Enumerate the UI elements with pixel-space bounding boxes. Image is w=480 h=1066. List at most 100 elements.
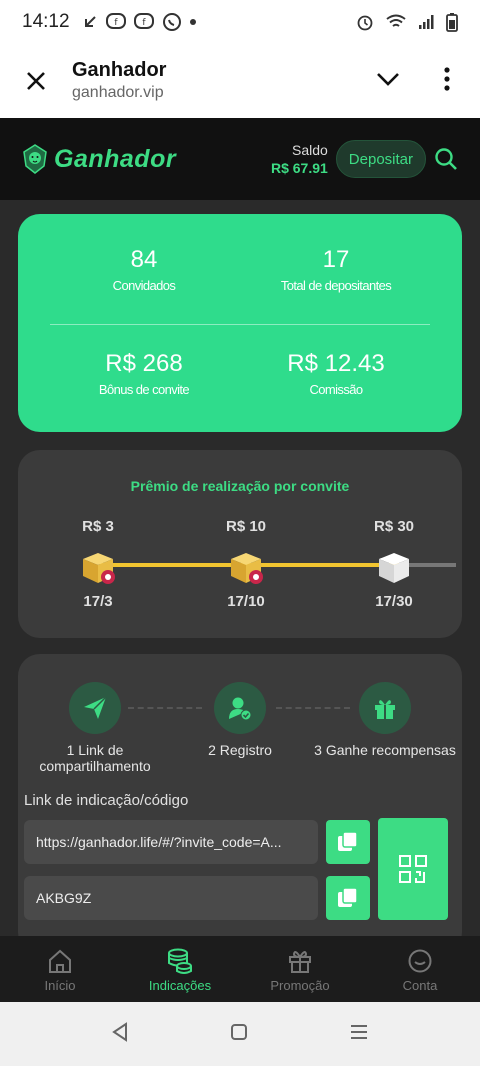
gift-icon bbox=[289, 950, 311, 973]
facebook-message-icon-2: f bbox=[133, 13, 154, 29]
copy-code-button[interactable] bbox=[326, 876, 370, 920]
balance-value: R$ 67.91 bbox=[270, 160, 328, 176]
prize-amount: R$ 3 bbox=[82, 518, 114, 535]
referral-code-field[interactable]: AKBG9Z bbox=[24, 876, 318, 920]
home-icon bbox=[49, 949, 71, 973]
home-square-icon bbox=[230, 1023, 247, 1040]
nav-back-button[interactable] bbox=[111, 1021, 129, 1047]
qr-code-icon bbox=[399, 855, 427, 883]
copy-icon bbox=[338, 831, 358, 851]
copy-link-button[interactable] bbox=[326, 820, 370, 864]
more-vertical-icon bbox=[444, 66, 450, 91]
search-icon bbox=[435, 148, 457, 170]
recents-icon bbox=[351, 1024, 368, 1039]
svg-text:f: f bbox=[114, 18, 118, 28]
back-icon bbox=[111, 1021, 127, 1042]
prize-milestone-3[interactable]: R$ 30 17/30 bbox=[354, 518, 434, 610]
step-label: 3 Ganhe recompensas bbox=[314, 742, 456, 758]
gift-box-locked-icon bbox=[379, 553, 409, 583]
user-check-icon-circle bbox=[214, 682, 266, 734]
stat-commission-label: Comissão bbox=[309, 382, 364, 397]
page-url: ganhador.vip bbox=[72, 84, 164, 101]
alarm-icon bbox=[357, 15, 373, 31]
tab-label: Início bbox=[44, 977, 76, 993]
system-nav-bar bbox=[0, 1002, 480, 1066]
logo[interactable]: Ganhador bbox=[22, 144, 176, 174]
battery-icon bbox=[446, 13, 458, 32]
search-button[interactable] bbox=[432, 147, 460, 171]
referral-stats-card: 84 Convidados 17 Total de depositantes R… bbox=[18, 214, 462, 432]
qr-code-button[interactable] bbox=[378, 818, 448, 920]
lion-logo-icon bbox=[23, 144, 47, 174]
close-tab-button[interactable] bbox=[0, 70, 72, 92]
stat-bonus: R$ 268 Bônus de convite bbox=[44, 350, 244, 397]
stat-invited-label: Convidados bbox=[112, 278, 176, 293]
invite-prize-card: Prêmio de realização por convite R$ 3 17… bbox=[18, 450, 462, 638]
web-content: Ganhador Saldo R$ 67.91 Depositar 84 Con… bbox=[0, 118, 480, 1002]
chevron-down-icon bbox=[377, 72, 399, 86]
coins-icon bbox=[168, 948, 192, 974]
gift-icon-circle bbox=[359, 682, 411, 734]
stat-depositors-value: 17 bbox=[322, 246, 350, 273]
stat-commission: R$ 12.43 Comissão bbox=[236, 350, 436, 397]
user-check-icon bbox=[229, 697, 252, 721]
missed-call-icon bbox=[84, 16, 96, 27]
stat-invited-value: 84 bbox=[130, 246, 158, 273]
stat-depositors-label: Total de depositantes bbox=[280, 278, 392, 293]
gift-icon bbox=[375, 700, 395, 719]
balance-label: Saldo bbox=[291, 142, 328, 158]
gift-box-open-icon bbox=[83, 553, 115, 584]
page-title: Ganhador bbox=[72, 59, 167, 81]
prize-progress: 17/10 bbox=[227, 593, 265, 610]
more-notifications-dot-icon bbox=[189, 19, 196, 25]
stat-bonus-value: R$ 268 bbox=[105, 350, 183, 377]
gift-box-open-icon bbox=[231, 553, 263, 584]
tab-label: Conta bbox=[402, 977, 438, 993]
invite-link-card: 1 Link de compartilhamento 2 Registro 3 … bbox=[18, 654, 462, 954]
expand-button[interactable] bbox=[376, 72, 400, 91]
facebook-message-icon: f bbox=[105, 13, 126, 29]
nav-recents-button[interactable] bbox=[349, 1023, 369, 1046]
tab-promotion[interactable]: Promoção bbox=[240, 936, 360, 1002]
step-label: 2 Registro bbox=[208, 742, 272, 758]
stat-invited: 84 Convidados bbox=[44, 246, 244, 293]
step-label: 1 Link de compartilhamento bbox=[39, 742, 151, 774]
prize-progress: 17/3 bbox=[83, 593, 113, 610]
browser-toolbar: Ganhador ganhador.vip bbox=[0, 44, 480, 118]
close-icon bbox=[27, 72, 45, 90]
tab-account[interactable]: Conta bbox=[360, 936, 480, 1002]
stat-depositors: 17 Total de depositantes bbox=[236, 246, 436, 293]
logo-text: Ganhador bbox=[54, 144, 177, 173]
referral-link-field[interactable]: https://ganhador.life/#/?invite_code=A..… bbox=[24, 820, 318, 864]
bottom-tab-bar: Início Indicações Promoção Conta bbox=[0, 936, 480, 1002]
deposit-button[interactable]: Depositar bbox=[335, 140, 426, 178]
stats-divider bbox=[50, 324, 430, 325]
status-bar: 14:12 f f bbox=[0, 0, 480, 44]
status-time: 14:12 bbox=[22, 11, 70, 32]
signal-icon bbox=[419, 15, 434, 29]
step-earn-rewards: 3 Ganhe recompensas bbox=[310, 682, 460, 758]
send-icon-circle bbox=[69, 682, 121, 734]
prize-amount: R$ 30 bbox=[373, 518, 415, 535]
step-register: 2 Registro bbox=[165, 682, 315, 758]
send-icon bbox=[84, 696, 107, 719]
menu-button[interactable] bbox=[444, 66, 450, 96]
svg-text:f: f bbox=[142, 18, 146, 28]
prize-amount: R$ 10 bbox=[225, 518, 267, 535]
prize-milestone-2[interactable]: R$ 10 17/10 bbox=[206, 518, 286, 610]
tab-home[interactable]: Início bbox=[0, 936, 120, 1002]
wifi-icon bbox=[386, 14, 406, 27]
tab-label: Promoção bbox=[270, 977, 330, 993]
prize-milestone-1[interactable]: R$ 3 17/3 bbox=[58, 518, 138, 610]
nav-home-button[interactable] bbox=[230, 1023, 248, 1046]
tab-label: Indicações bbox=[148, 977, 212, 993]
site-header: Ganhador Saldo R$ 67.91 Depositar bbox=[0, 118, 480, 200]
prize-progress: 17/30 bbox=[375, 593, 413, 610]
prize-title: Prêmio de realização por convite bbox=[130, 478, 350, 494]
account-icon bbox=[408, 949, 432, 972]
stat-commission-value: R$ 12.43 bbox=[287, 350, 385, 377]
stat-bonus-label: Bônus de convite bbox=[98, 382, 190, 397]
whatsapp-icon bbox=[162, 13, 181, 31]
tab-referrals[interactable]: Indicações bbox=[120, 936, 240, 1002]
step-share-link: 1 Link de compartilhamento bbox=[20, 682, 170, 774]
